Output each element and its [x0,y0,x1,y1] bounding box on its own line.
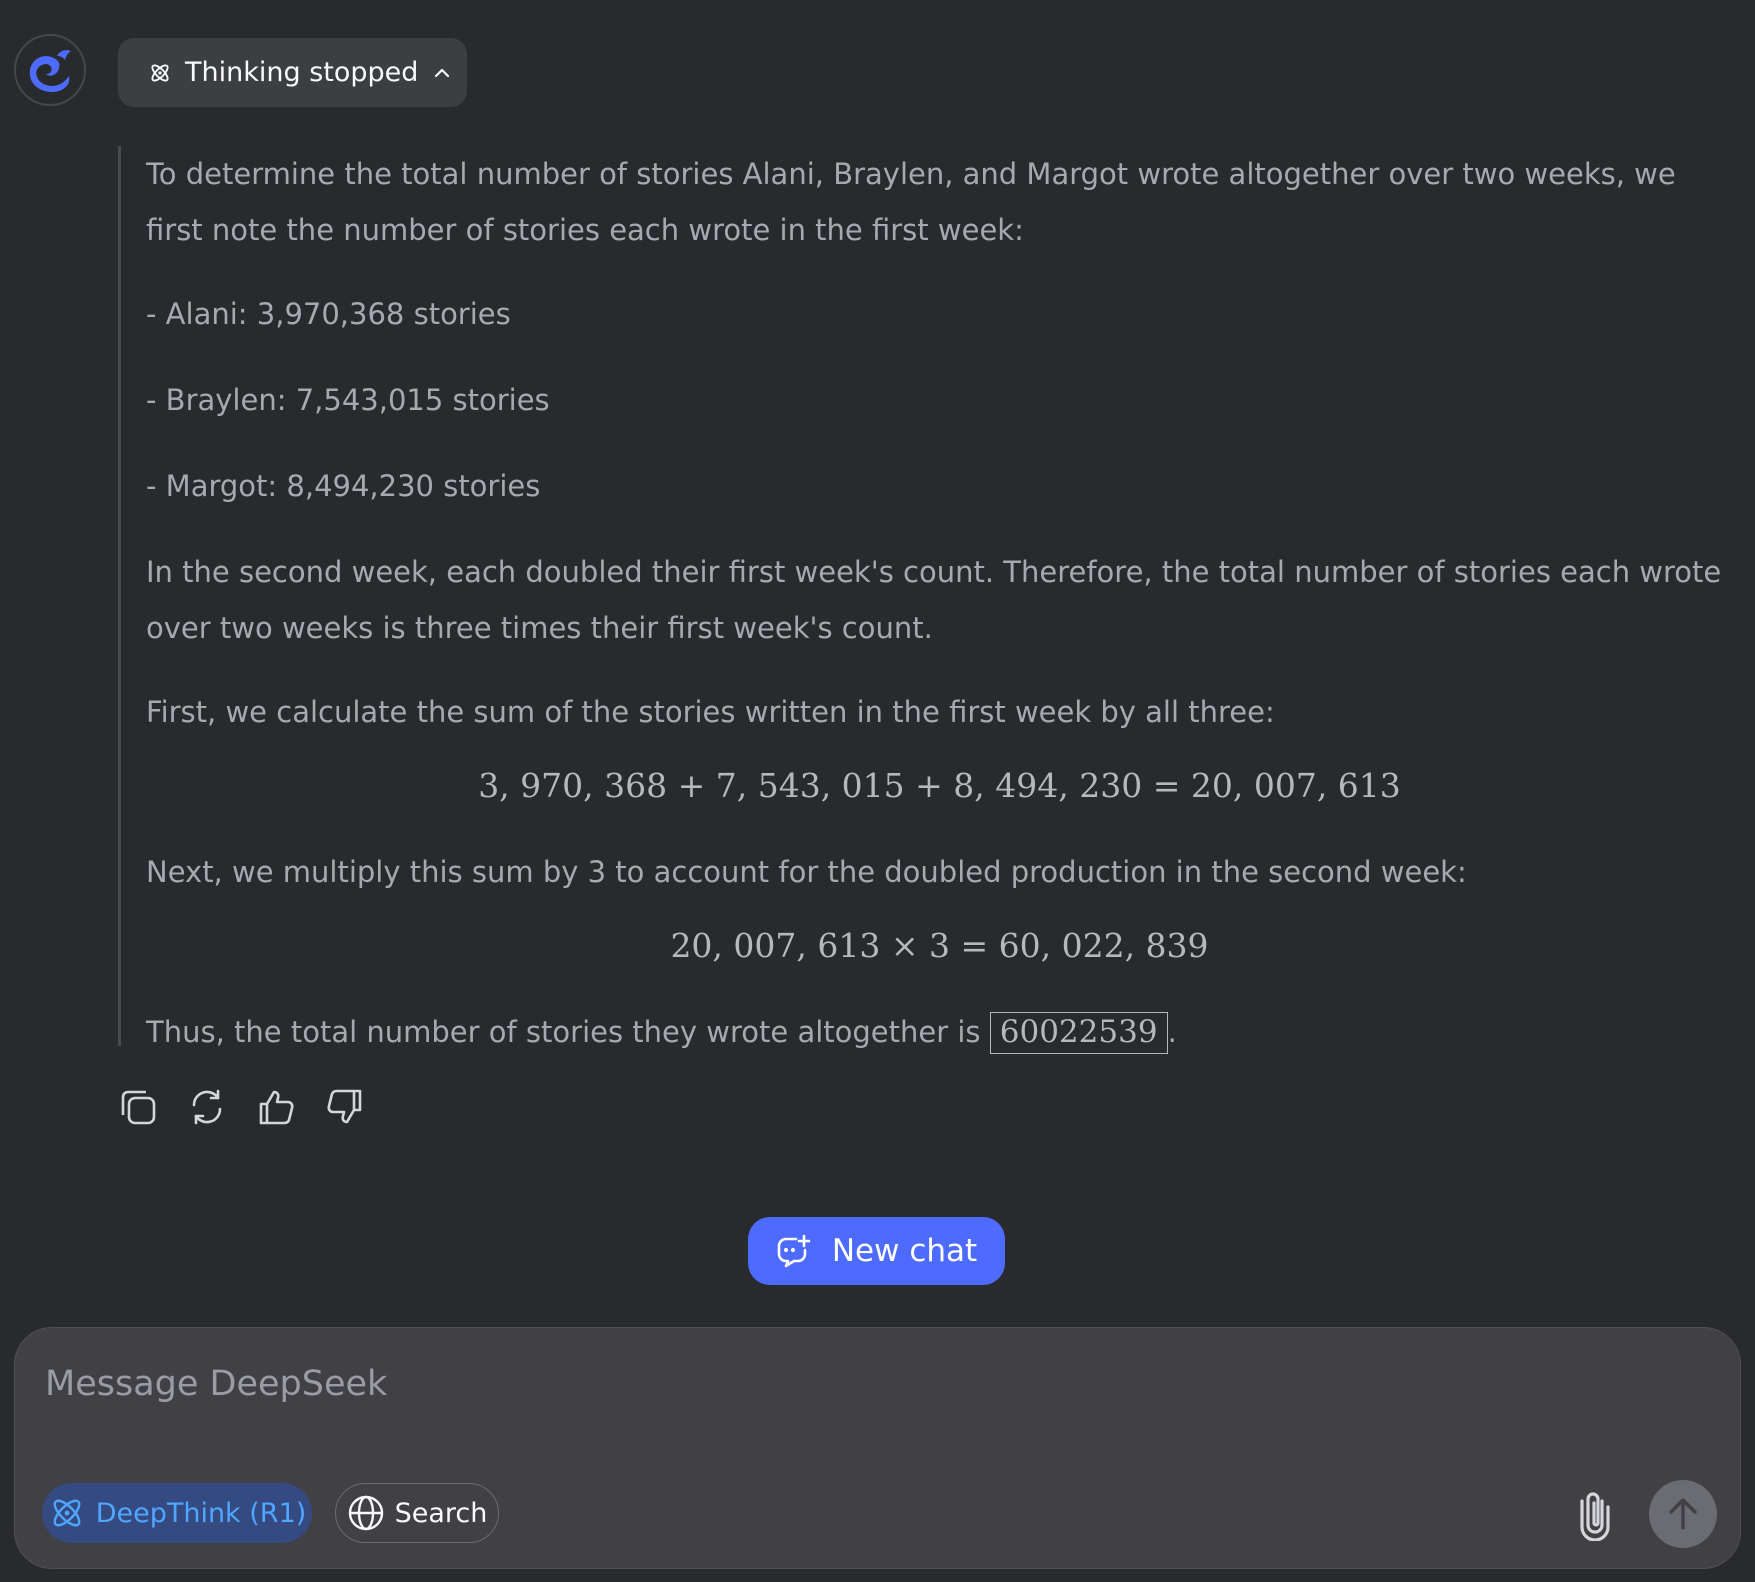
thinking-toggle-button[interactable]: Thinking stopped [118,38,467,107]
arrow-up-icon [1669,1498,1697,1530]
globe-icon [347,1494,385,1532]
thinking-label: Thinking stopped [185,57,419,88]
assistant-avatar [14,34,86,106]
regenerate-icon [192,1089,222,1125]
equation-product: 20, 007, 613 × 3 = 60, 022, 839 [670,926,1209,965]
new-chat-button[interactable]: New chat [748,1217,1005,1285]
deepthink-toggle[interactable]: DeepThink (R1) [42,1483,312,1543]
whale-logo-icon [29,50,71,92]
reasoning-second-week: In the second week, each doubled their f… [146,555,1722,645]
send-button[interactable] [1649,1480,1717,1548]
equation-sum: 3, 970, 368 + 7, 543, 015 + 8, 494, 230 … [478,766,1401,805]
search-toggle[interactable]: Search [335,1483,499,1543]
atom-icon [48,1494,86,1532]
reasoning-block: To determine the total number of stories… [118,146,1733,1054]
list-item: - Margot: 8,494,230 stories [146,469,541,503]
new-chat-icon [776,1234,812,1268]
thumbs-up-icon [259,1090,294,1125]
message-input[interactable] [45,1360,1595,1408]
list-item: - Alani: 3,970,368 stories [146,297,511,331]
atom-icon [148,61,172,85]
new-chat-label: New chat [831,1233,978,1269]
copy-icon [121,1090,156,1125]
regenerate-button[interactable] [185,1085,229,1129]
reasoning-intro: To determine the total number of stories… [146,157,1676,247]
boxed-answer: 60022539 [989,1012,1168,1054]
conclusion-prefix: Thus, the total number of stories they w… [146,1015,990,1049]
paperclip-icon [1580,1492,1610,1541]
thumbs-down-icon [327,1089,362,1124]
reasoning-conclusion: Thus, the total number of stories they w… [146,1004,1733,1060]
conclusion-suffix: . [1167,1015,1177,1049]
message-actions [116,1085,367,1129]
thumbs-down-button[interactable] [323,1085,367,1129]
reasoning-next-step: Next, we multiply this sum by 3 to accou… [146,855,1467,889]
deepthink-label: DeepThink (R1) [95,1497,307,1529]
list-item: - Braylen: 7,543,015 stories [146,383,550,417]
copy-button[interactable] [116,1085,160,1129]
chevron-up-icon [432,63,452,83]
attach-button[interactable] [1570,1486,1620,1542]
message-composer: DeepThink (R1) Search [14,1327,1741,1569]
thumbs-up-button[interactable] [254,1085,298,1129]
search-label: Search [394,1497,488,1529]
reasoning-first-step: First, we calculate the sum of the stori… [146,695,1275,729]
